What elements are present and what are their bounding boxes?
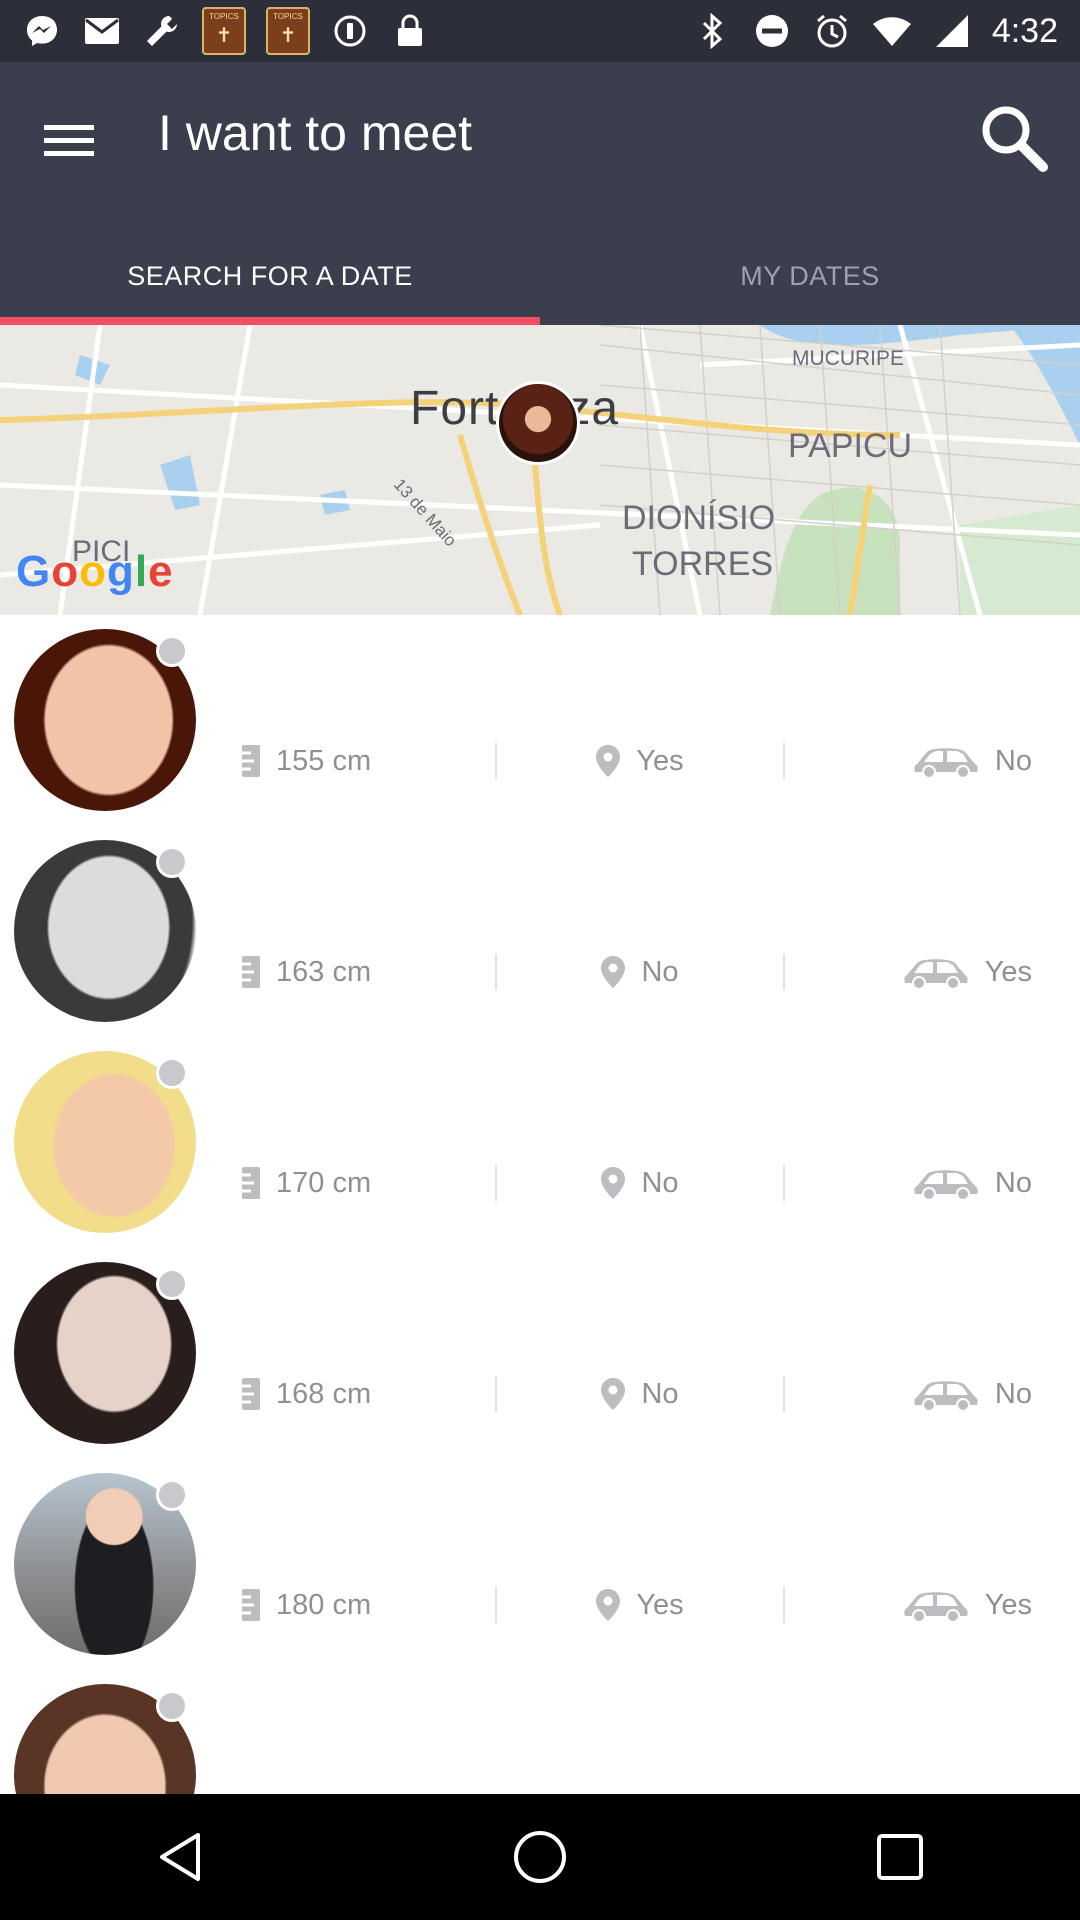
online-status-dot (156, 846, 188, 878)
list-item[interactable]: 163 cm No Yes (0, 826, 1080, 1037)
topics-app-icon: TOPICS ✝ (266, 7, 310, 55)
ruler-icon (242, 956, 260, 988)
profile-list: 155 cm Yes No 163 cm No Yes 170 cm No No (0, 615, 1080, 1866)
map-view[interactable]: MUCURIPE Fortaleza PAPICU DIONÍSIO TORRE… (0, 325, 1080, 615)
car-value: No (994, 744, 1032, 777)
height-stat: 170 cm (230, 1167, 495, 1200)
online-status-dot (156, 1057, 188, 1089)
location-stat: No (495, 1165, 785, 1201)
profile-stats: 180 cm Yes Yes (230, 1587, 1050, 1623)
map-label-torres: TORRES (632, 545, 774, 583)
car-icon (913, 744, 979, 778)
hamburger-menu-icon[interactable] (44, 112, 100, 168)
topics-app-icon: TOPICS ✝ (202, 7, 246, 55)
page-title: I want to meet (158, 105, 473, 161)
back-icon[interactable] (135, 1812, 225, 1902)
google-logo: Google (16, 547, 174, 596)
profile-stats: 155 cm Yes No (230, 743, 1050, 779)
status-time: 4:32 (991, 11, 1058, 50)
ruler-icon (242, 1589, 260, 1621)
location-pin-icon (601, 1167, 626, 1199)
list-item[interactable]: 168 cm No No (0, 1248, 1080, 1459)
location-value: Yes (636, 1588, 684, 1621)
bluetooth-icon (692, 11, 732, 51)
height-value: 170 cm (276, 1166, 372, 1199)
alarm-icon (812, 11, 852, 51)
mail-icon (82, 11, 122, 51)
recents-icon[interactable] (855, 1812, 945, 1902)
location-stat: No (495, 954, 785, 990)
location-pin-icon (596, 745, 621, 777)
height-value: 168 cm (276, 1377, 372, 1410)
location-value: No (641, 1166, 679, 1199)
height-stat: 180 cm (230, 1589, 495, 1622)
list-item[interactable]: 180 cm Yes Yes (0, 1459, 1080, 1670)
car-icon (903, 1588, 969, 1622)
status-bar-right: 4:32 (692, 11, 1058, 51)
car-stat: No (785, 1166, 1050, 1200)
online-status-dot (156, 1690, 188, 1722)
status-bar: TOPICS ✝ TOPICS ✝ 4:32 (0, 0, 1080, 62)
map-label-dionisio: DIONÍSIO (622, 499, 776, 537)
car-stat: No (785, 1377, 1050, 1411)
location-stat: Yes (495, 743, 785, 779)
car-value: No (994, 1377, 1032, 1410)
car-icon (903, 955, 969, 989)
tab-my-dates[interactable]: MY DATES (540, 227, 1080, 325)
height-stat: 168 cm (230, 1378, 495, 1411)
wifi-icon (872, 11, 912, 51)
lock-icon (390, 11, 430, 51)
list-item[interactable]: 155 cm Yes No (0, 615, 1080, 826)
car-icon (913, 1377, 979, 1411)
height-stat: 163 cm (230, 956, 495, 989)
app-bar: I want to meet SEARCH FOR A DATE MY DATE… (0, 62, 1080, 325)
map-user-pin[interactable] (496, 381, 580, 465)
messenger-icon (22, 11, 62, 51)
app-screen: TOPICS ✝ TOPICS ✝ 4:32 I want to meet SE… (0, 0, 1080, 1920)
signal-icon (932, 11, 972, 51)
search-icon[interactable] (968, 92, 1058, 182)
online-status-dot (156, 1479, 188, 1511)
car-value: No (994, 1166, 1032, 1199)
location-value: Yes (636, 744, 684, 777)
height-value: 163 cm (276, 955, 372, 988)
location-stat: Yes (495, 1587, 785, 1623)
status-bar-left: TOPICS ✝ TOPICS ✝ (22, 7, 430, 55)
car-value: Yes (984, 1588, 1032, 1621)
list-item[interactable]: 170 cm No No (0, 1037, 1080, 1248)
location-value: No (641, 955, 679, 988)
profile-stats: 163 cm No Yes (230, 954, 1050, 990)
location-pin-icon (601, 956, 626, 988)
car-stat: Yes (785, 955, 1050, 989)
online-status-dot (156, 635, 188, 667)
car-value: Yes (984, 955, 1032, 988)
profile-stats: 168 cm No No (230, 1376, 1050, 1412)
blocked-icon (330, 11, 370, 51)
height-stat: 155 cm (230, 745, 495, 778)
ruler-icon (242, 745, 260, 777)
map-label-papicu: PAPICU (788, 427, 913, 465)
ruler-icon (242, 1378, 260, 1410)
tab-bar: SEARCH FOR A DATE MY DATES (0, 227, 1080, 325)
wrench-icon (142, 11, 182, 51)
home-icon[interactable] (495, 1812, 585, 1902)
online-status-dot (156, 1268, 188, 1300)
car-stat: No (785, 744, 1050, 778)
car-icon (913, 1166, 979, 1200)
height-value: 155 cm (276, 744, 372, 777)
system-nav-bar (0, 1794, 1080, 1920)
location-stat: No (495, 1376, 785, 1412)
car-stat: Yes (785, 1588, 1050, 1622)
ruler-icon (242, 1167, 260, 1199)
location-pin-icon (601, 1378, 626, 1410)
height-value: 180 cm (276, 1588, 372, 1621)
map-label-mucuripe: MUCURIPE (792, 347, 905, 370)
location-value: No (641, 1377, 679, 1410)
do-not-disturb-icon (752, 11, 792, 51)
profile-stats: 170 cm No No (230, 1165, 1050, 1201)
location-pin-icon (596, 1589, 621, 1621)
tab-search-for-a-date[interactable]: SEARCH FOR A DATE (0, 227, 540, 325)
list-item[interactable] (0, 1670, 1080, 1866)
